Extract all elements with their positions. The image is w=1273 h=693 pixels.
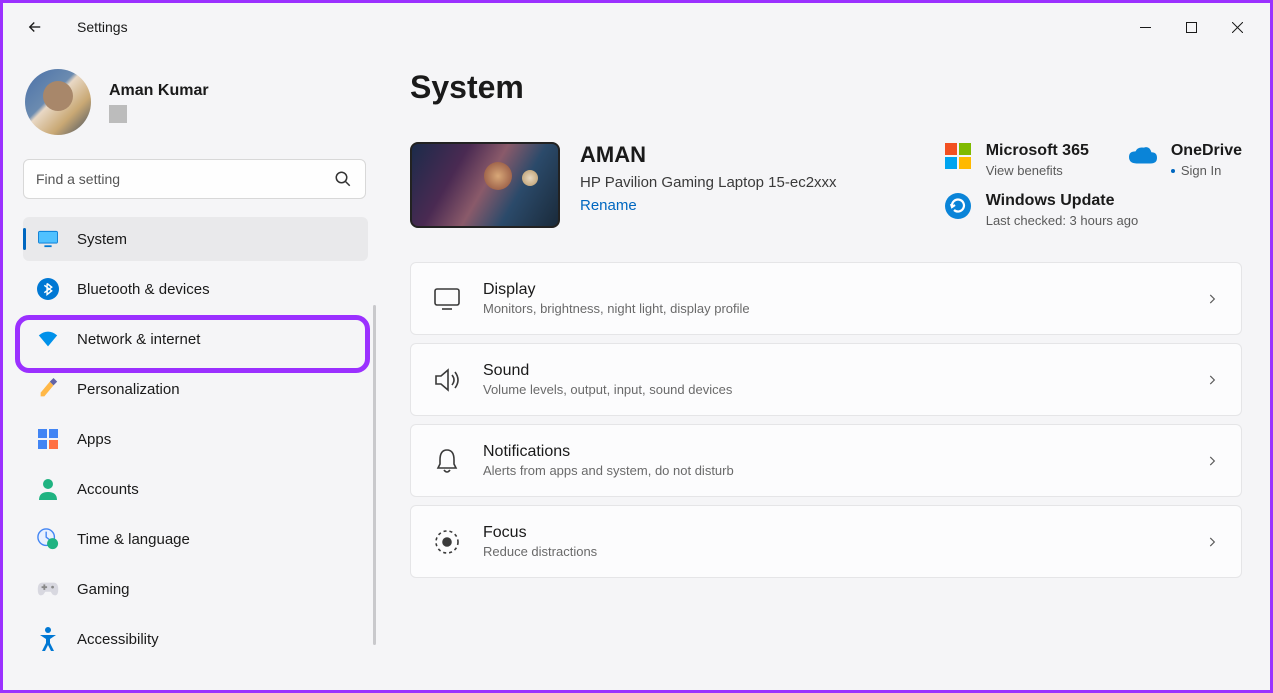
wifi-icon [37,328,59,350]
titlebar-left: Settings [25,17,128,37]
accessibility-icon [37,628,59,650]
card-title: Focus [483,524,1183,542]
nav-label: Accounts [77,481,139,498]
window-controls [1122,11,1260,43]
sound-icon [433,366,461,394]
device-model: HP Pavilion Gaming Laptop 15-ec2xxx [580,174,900,191]
card-display[interactable]: Display Monitors, brightness, night ligh… [410,262,1242,335]
page-title: System [410,69,1242,106]
gamepad-icon [37,578,59,600]
content-area: System AMAN HP Pavilion Gaming Laptop 15… [378,51,1270,690]
clock-globe-icon [37,528,59,550]
nav-label: Time & language [77,531,190,548]
search-input[interactable] [23,159,366,199]
titlebar: Settings [3,3,1270,51]
back-arrow-icon [26,18,44,36]
ms365-icon [944,142,972,170]
card-focus[interactable]: Focus Reduce distractions [410,505,1242,578]
device-name: AMAN [580,142,900,168]
chevron-right-icon [1205,454,1219,468]
status-title: OneDrive [1171,142,1242,160]
card-title: Display [483,281,1183,299]
nav-label: Personalization [77,381,180,398]
card-subtitle: Volume levels, output, input, sound devi… [483,382,1183,397]
nav-item-apps[interactable]: Apps [23,417,368,461]
user-email-blurred [109,106,209,122]
card-notifications[interactable]: Notifications Alerts from apps and syste… [410,424,1242,497]
nav-label: Bluetooth & devices [77,281,210,298]
nav-label: Accessibility [77,631,159,648]
bell-icon [433,447,461,475]
nav-item-accessibility[interactable]: Accessibility [23,617,368,661]
maximize-button[interactable] [1168,11,1214,43]
settings-cards: Display Monitors, brightness, night ligh… [410,262,1242,578]
chevron-right-icon [1205,373,1219,387]
minimize-button[interactable] [1122,11,1168,43]
close-icon [1232,22,1243,33]
rename-link[interactable]: Rename [580,197,637,214]
nav-label: Network & internet [77,331,200,348]
nav-label: Apps [77,431,111,448]
nav-item-gaming[interactable]: Gaming [23,567,368,611]
nav-label: Gaming [77,581,130,598]
device-wallpaper-thumbnail[interactable] [410,142,560,228]
card-subtitle: Alerts from apps and system, do not dist… [483,463,1183,478]
avatar [25,69,91,135]
user-profile[interactable]: Aman Kumar [23,69,378,135]
nav-item-network[interactable]: Network & internet [23,317,368,361]
status-title: Microsoft 365 [986,142,1089,160]
bluetooth-icon [37,278,59,300]
onedrive-icon [1129,142,1157,170]
nav-label: System [77,231,127,248]
display-icon [433,285,461,313]
status-onedrive[interactable]: OneDrive Sign In [1129,142,1242,178]
apps-icon [37,428,59,450]
status-sub: Last checked: 3 hours ago [986,213,1139,228]
chevron-right-icon [1205,535,1219,549]
nav-list: System Bluetooth & devices Network & int… [23,217,368,661]
status-ms365[interactable]: Microsoft 365 View benefits [944,142,1089,178]
nav-item-accounts[interactable]: Accounts [23,467,368,511]
status-cards: Microsoft 365 View benefits OneDrive Sig… [944,142,1242,228]
status-windows-update[interactable]: Windows Update Last checked: 3 hours ago [944,192,1139,228]
back-button[interactable] [25,17,45,37]
window-title: Settings [77,19,128,35]
chevron-right-icon [1205,292,1219,306]
nav-item-personalization[interactable]: Personalization [23,367,368,411]
user-name: Aman Kumar [109,82,209,100]
sidebar-scrollbar[interactable] [373,305,376,645]
status-sub: Sign In [1171,163,1242,178]
paintbrush-icon [37,378,59,400]
card-subtitle: Reduce distractions [483,544,1183,559]
card-sound[interactable]: Sound Volume levels, output, input, soun… [410,343,1242,416]
nav-item-system[interactable]: System [23,217,368,261]
search-container [23,159,366,199]
card-title: Notifications [483,443,1183,461]
person-icon [37,478,59,500]
status-title: Windows Update [986,192,1139,210]
nav-item-bluetooth[interactable]: Bluetooth & devices [23,267,368,311]
system-icon [37,228,59,250]
update-icon [944,192,972,220]
minimize-icon [1140,22,1151,33]
maximize-icon [1186,22,1197,33]
card-subtitle: Monitors, brightness, night light, displ… [483,301,1183,316]
sidebar: Aman Kumar System Bluetooth & devices [3,51,378,690]
card-title: Sound [483,362,1183,380]
close-button[interactable] [1214,11,1260,43]
focus-icon [433,528,461,556]
device-info: AMAN HP Pavilion Gaming Laptop 15-ec2xxx… [580,142,900,215]
nav-item-time-language[interactable]: Time & language [23,517,368,561]
search-icon [334,170,352,188]
device-section: AMAN HP Pavilion Gaming Laptop 15-ec2xxx… [410,142,1242,228]
status-sub: View benefits [986,163,1089,178]
